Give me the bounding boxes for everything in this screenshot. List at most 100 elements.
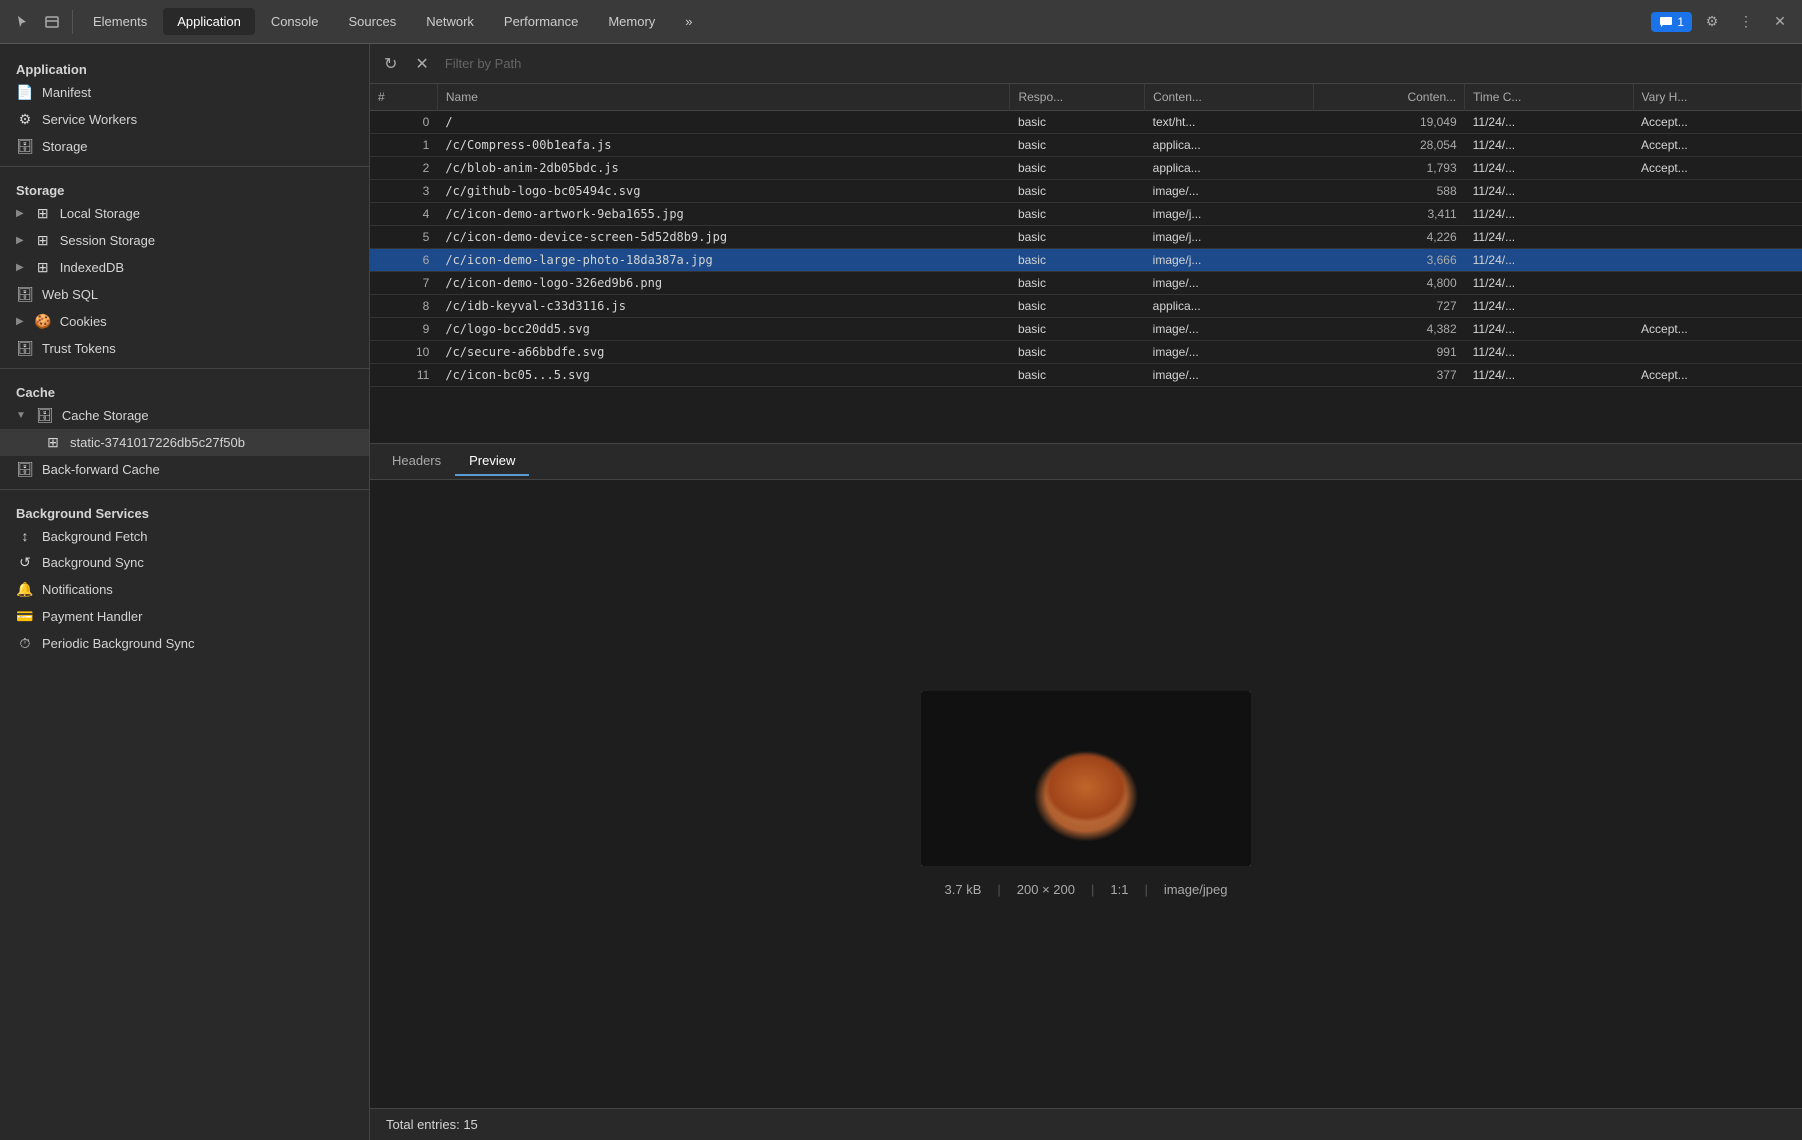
- cell-ct2: 4,226: [1313, 226, 1465, 249]
- cell-num: 5: [370, 226, 437, 249]
- panel-tabs: Headers Preview: [370, 444, 1802, 480]
- cell-respo: basic: [1010, 157, 1145, 180]
- cell-name: /: [437, 111, 1010, 134]
- cell-ct2: 3,411: [1313, 203, 1465, 226]
- tab-more[interactable]: »: [671, 8, 706, 35]
- preview-size: 3.7 kB: [945, 882, 982, 897]
- col-header-respo: Respo...: [1010, 84, 1145, 111]
- cell-ct2: 377: [1313, 364, 1465, 387]
- clear-button[interactable]: ✕: [409, 52, 434, 76]
- tab-memory[interactable]: Memory: [594, 8, 669, 35]
- cell-respo: basic: [1010, 341, 1145, 364]
- cell-name: /c/icon-demo-device-screen-5d52d8b9.jpg: [437, 226, 1010, 249]
- expand-icon: ▶: [16, 316, 24, 327]
- cell-varyh: [1633, 295, 1801, 318]
- cell-name: /c/secure-a66bbdfe.svg: [437, 341, 1010, 364]
- tab-headers[interactable]: Headers: [378, 447, 455, 476]
- periodic-sync-icon: ⏱: [16, 635, 34, 652]
- table-row[interactable]: 9 /c/logo-bcc20dd5.svg basic image/... 4…: [370, 318, 1802, 341]
- storage-section-title: Storage: [0, 173, 369, 200]
- sidebar-item-back-forward-cache[interactable]: 🗄 Back-forward Cache: [0, 456, 369, 483]
- cell-num: 3: [370, 180, 437, 203]
- cell-respo: basic: [1010, 249, 1145, 272]
- cell-respo: basic: [1010, 111, 1145, 134]
- table-row[interactable]: 1 /c/Compress-00b1eafa.js basic applica.…: [370, 134, 1802, 157]
- cell-num: 9: [370, 318, 437, 341]
- cell-num: 10: [370, 341, 437, 364]
- cell-ct2: 28,054: [1313, 134, 1465, 157]
- sidebar-item-periodic-bg-sync[interactable]: ⏱ Periodic Background Sync: [0, 630, 369, 657]
- manifest-icon: 📄: [16, 84, 34, 101]
- indexeddb-icon: ⊞: [34, 259, 52, 276]
- settings-icon[interactable]: ⚙: [1698, 8, 1726, 36]
- table-row[interactable]: 2 /c/blob-anim-2db05bdc.js basic applica…: [370, 157, 1802, 180]
- cell-ct1: applica...: [1145, 134, 1313, 157]
- tab-preview[interactable]: Preview: [455, 447, 529, 476]
- col-header-num: #: [370, 84, 437, 111]
- sidebar-item-local-storage[interactable]: ▶ ⊞ Local Storage: [0, 200, 369, 227]
- table-row[interactable]: 10 /c/secure-a66bbdfe.svg basic image/..…: [370, 341, 1802, 364]
- cell-ct1: image/...: [1145, 272, 1313, 295]
- table-row[interactable]: 11 /c/icon-bc05...5.svg basic image/... …: [370, 364, 1802, 387]
- sidebar-item-web-sql[interactable]: 🗄 Web SQL: [0, 281, 369, 308]
- cell-ct1: image/j...: [1145, 226, 1313, 249]
- more-options-icon[interactable]: ⋮: [1732, 8, 1760, 36]
- col-header-content1: Conten...: [1145, 84, 1313, 111]
- filter-input[interactable]: [441, 54, 1794, 73]
- table-row[interactable]: 8 /c/idb-keyval-c33d3116.js basic applic…: [370, 295, 1802, 318]
- cell-respo: basic: [1010, 180, 1145, 203]
- cell-ct2: 3,666: [1313, 249, 1465, 272]
- panda-face-art: [921, 691, 1251, 866]
- table-row[interactable]: 3 /c/github-logo-bc05494c.svg basic imag…: [370, 180, 1802, 203]
- table-row[interactable]: 0 / basic text/ht... 19,049 11/24/... Ac…: [370, 111, 1802, 134]
- sidebar-item-indexeddb[interactable]: ▶ ⊞ IndexedDB: [0, 254, 369, 281]
- cell-timec: 11/24/...: [1465, 157, 1633, 180]
- cell-num: 8: [370, 295, 437, 318]
- cell-respo: basic: [1010, 318, 1145, 341]
- cell-timec: 11/24/...: [1465, 180, 1633, 203]
- sidebar-item-trust-tokens[interactable]: 🗄 Trust Tokens: [0, 335, 369, 362]
- preview-mime: image/jpeg: [1164, 882, 1228, 897]
- cell-name: /c/idb-keyval-c33d3116.js: [437, 295, 1010, 318]
- close-icon[interactable]: ✕: [1766, 8, 1794, 36]
- sidebar-item-service-workers[interactable]: ⚙ Service Workers: [0, 106, 369, 133]
- messages-badge[interactable]: 1: [1651, 12, 1692, 32]
- cell-ct2: 727: [1313, 295, 1465, 318]
- sidebar-item-storage[interactable]: 🗄 Storage: [0, 133, 369, 160]
- tab-network[interactable]: Network: [412, 8, 488, 35]
- refresh-button[interactable]: ↻: [378, 52, 403, 76]
- expand-icon: ▼: [16, 410, 26, 421]
- sidebar-item-cache-static[interactable]: ⊞ static-3741017226db5c27f50b: [0, 429, 369, 456]
- tab-elements[interactable]: Elements: [79, 8, 161, 35]
- table-row[interactable]: 5 /c/icon-demo-device-screen-5d52d8b9.jp…: [370, 226, 1802, 249]
- sidebar-item-payment-handler[interactable]: 💳 Payment Handler: [0, 603, 369, 630]
- cell-timec: 11/24/...: [1465, 203, 1633, 226]
- cell-ct2: 991: [1313, 341, 1465, 364]
- sidebar-item-notifications[interactable]: 🔔 Notifications: [0, 576, 369, 603]
- table-row[interactable]: 7 /c/icon-demo-logo-326ed9b6.png basic i…: [370, 272, 1802, 295]
- cell-respo: basic: [1010, 295, 1145, 318]
- sidebar-item-session-storage[interactable]: ▶ ⊞ Session Storage: [0, 227, 369, 254]
- cell-respo: basic: [1010, 364, 1145, 387]
- sidebar-item-background-fetch[interactable]: ↕ Background Fetch: [0, 523, 369, 549]
- cell-ct1: applica...: [1145, 157, 1313, 180]
- tab-sources[interactable]: Sources: [335, 8, 411, 35]
- tab-performance[interactable]: Performance: [490, 8, 592, 35]
- cell-num: 6: [370, 249, 437, 272]
- tab-application[interactable]: Application: [163, 8, 255, 35]
- table-row[interactable]: 4 /c/icon-demo-artwork-9eba1655.jpg basi…: [370, 203, 1802, 226]
- cell-ct2: 588: [1313, 180, 1465, 203]
- sidebar-item-cookies[interactable]: ▶ 🍪 Cookies: [0, 308, 369, 335]
- sidebar-item-cache-storage[interactable]: ▼ 🗄 Cache Storage: [0, 402, 369, 429]
- tab-console[interactable]: Console: [257, 8, 333, 35]
- preview-dimensions: 200 × 200: [1017, 882, 1075, 897]
- background-fetch-icon: ↕: [16, 528, 34, 544]
- cell-varyh: [1633, 341, 1801, 364]
- table-row[interactable]: 6 /c/icon-demo-large-photo-18da387a.jpg …: [370, 249, 1802, 272]
- sidebar-item-manifest[interactable]: 📄 Manifest: [0, 79, 369, 106]
- sidebar-item-background-sync[interactable]: ↺ Background Sync: [0, 549, 369, 576]
- preview-ratio: 1:1: [1110, 882, 1128, 897]
- dock-icon[interactable]: [38, 8, 66, 36]
- cell-timec: 11/24/...: [1465, 226, 1633, 249]
- cursor-icon[interactable]: [8, 8, 36, 36]
